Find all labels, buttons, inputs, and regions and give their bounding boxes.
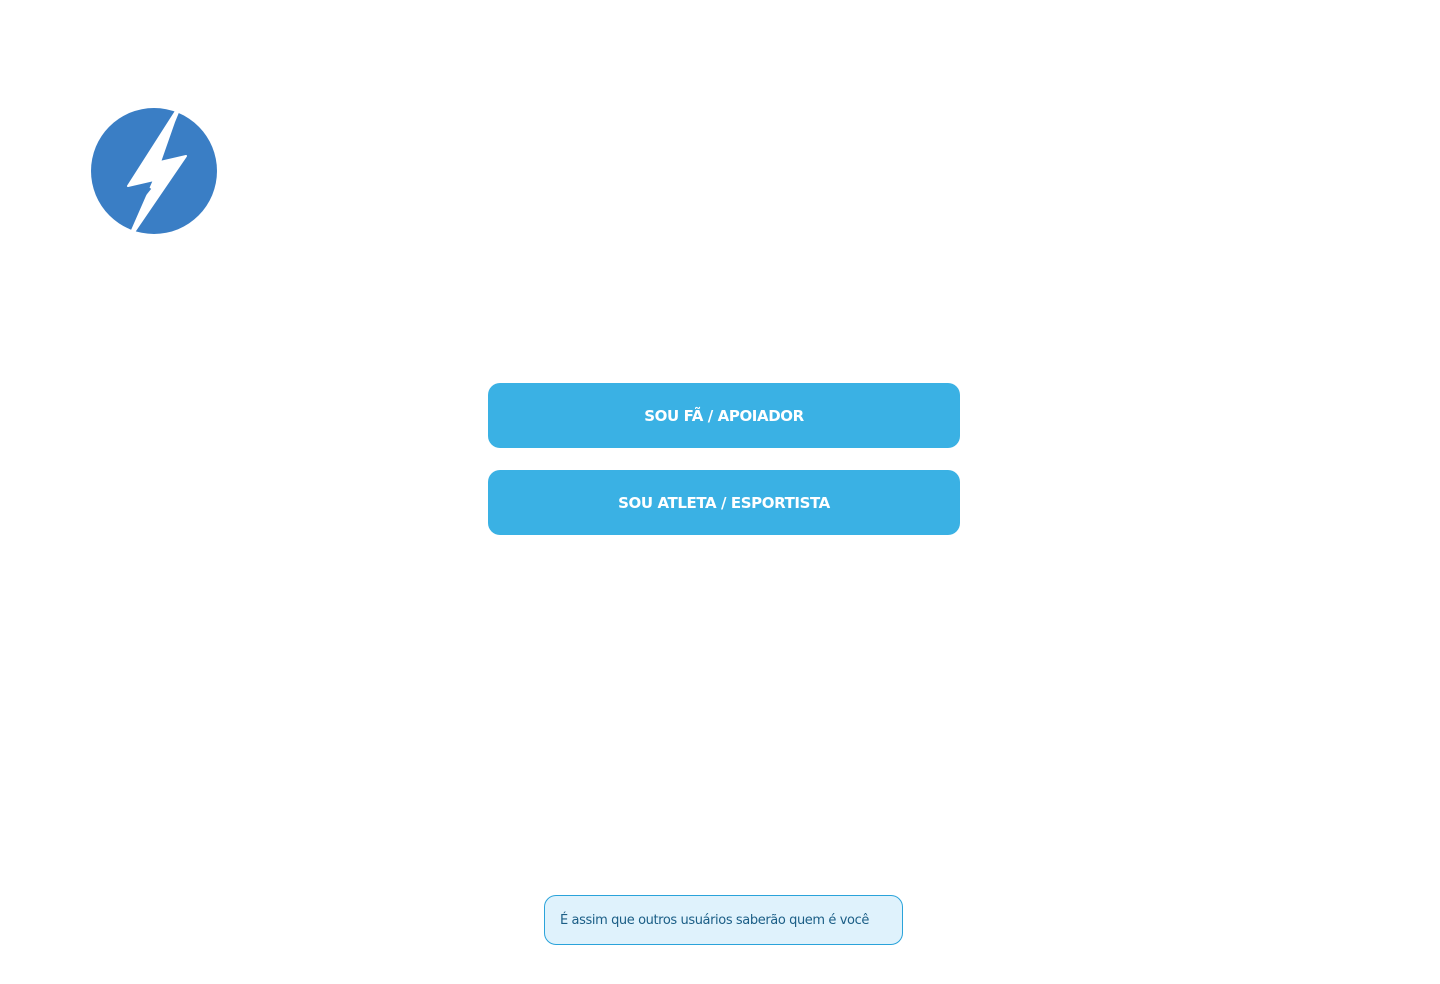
lightning-bolt-logo-icon xyxy=(88,98,222,248)
role-selection-page: SOU FÃ / APOIADOR SOU ATLETA / ESPORTIST… xyxy=(0,0,1440,984)
fan-supporter-button[interactable]: SOU FÃ / APOIADOR xyxy=(488,383,960,448)
info-hint-box: É assim que outros usuários saberão quem… xyxy=(544,895,903,945)
hint-text: É assim que outros usuários saberão quem… xyxy=(560,912,869,928)
athlete-sportsperson-button[interactable]: SOU ATLETA / ESPORTISTA xyxy=(488,470,960,535)
role-buttons-group: SOU FÃ / APOIADOR SOU ATLETA / ESPORTIST… xyxy=(488,383,960,557)
